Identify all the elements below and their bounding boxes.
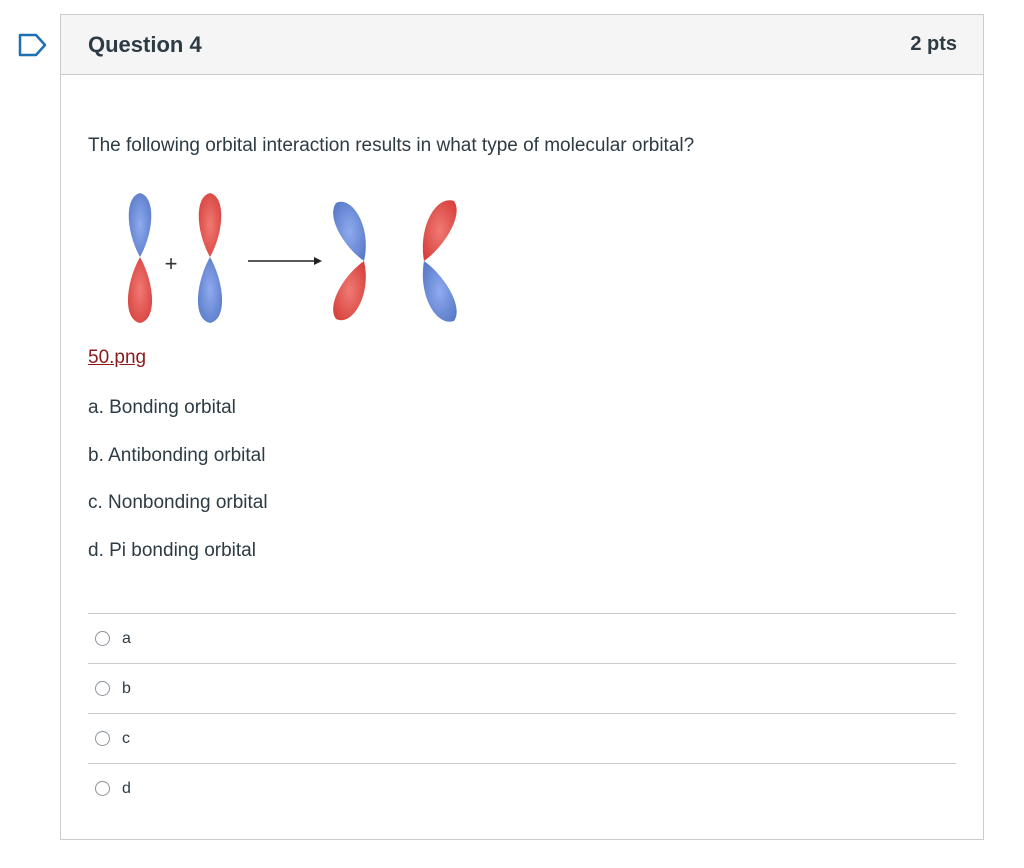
answer-option-d[interactable]: d bbox=[88, 763, 956, 813]
reaction-arrow-head bbox=[314, 257, 322, 265]
result-left-top-lobe bbox=[333, 201, 366, 261]
result-left-bottom-lobe bbox=[333, 261, 366, 321]
flag-question-icon[interactable] bbox=[18, 33, 48, 57]
question-prompt: The following orbital interaction result… bbox=[88, 135, 695, 156]
answer-option-b[interactable]: b bbox=[88, 663, 956, 713]
answer-option-c[interactable]: c bbox=[88, 713, 956, 763]
orbital-diagram-image: + bbox=[127, 193, 457, 323]
orbital-1-top-lobe bbox=[128, 193, 152, 257]
radio-button[interactable] bbox=[95, 631, 110, 646]
answer-label: a bbox=[122, 629, 131, 647]
image-file-link[interactable]: 50.png bbox=[88, 347, 146, 369]
answer-option-a[interactable]: a bbox=[88, 613, 956, 663]
orbital-2-top-lobe bbox=[198, 193, 222, 257]
choice-text-a: a. Bonding orbital bbox=[88, 397, 236, 418]
question-points: 2 pts bbox=[910, 33, 957, 55]
choice-text-c: c. Nonbonding orbital bbox=[88, 492, 268, 513]
radio-button[interactable] bbox=[95, 681, 110, 696]
result-right-bottom-lobe bbox=[422, 261, 457, 322]
result-right-top-lobe bbox=[422, 200, 457, 261]
answer-list: a b c d bbox=[88, 613, 956, 813]
question-header: Question 4 2 pts bbox=[61, 15, 983, 75]
choice-text-b: b. Antibonding orbital bbox=[88, 445, 266, 466]
orbital-2-bottom-lobe bbox=[197, 257, 223, 323]
answer-label: d bbox=[122, 779, 131, 797]
choice-text-d: d. Pi bonding orbital bbox=[88, 540, 256, 561]
radio-button[interactable] bbox=[95, 731, 110, 746]
orbital-1-bottom-lobe bbox=[127, 257, 153, 323]
radio-button[interactable] bbox=[95, 781, 110, 796]
answer-label: c bbox=[122, 729, 130, 747]
plus-sign: + bbox=[165, 251, 178, 276]
question-body: The following orbital interaction result… bbox=[88, 75, 956, 839]
question-title: Question 4 bbox=[88, 31, 202, 57]
answer-label: b bbox=[122, 679, 131, 697]
question-card: Question 4 2 pts The following orbital i… bbox=[60, 14, 984, 840]
